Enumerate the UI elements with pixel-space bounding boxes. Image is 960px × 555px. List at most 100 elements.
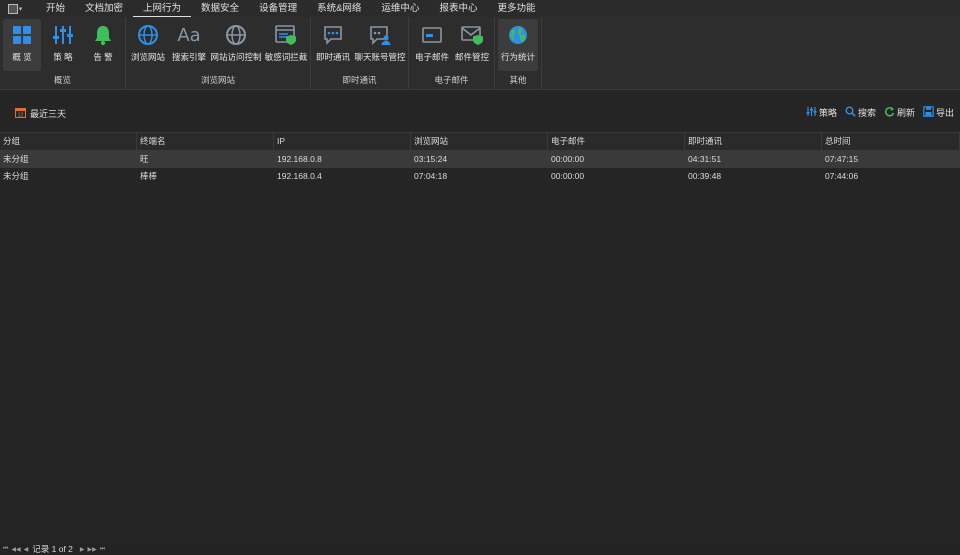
email-control-label: 邮件管控 — [454, 52, 489, 62]
ribbon-group-other: 行为统计 其他 — [495, 17, 542, 89]
chevron-down-icon: ▾ — [18, 5, 23, 13]
alarm-label: 告 警 — [93, 52, 113, 62]
export-save-icon — [923, 106, 934, 119]
sensitive-word-block-label: 敏感词拦截 — [264, 52, 308, 62]
behavior-stats-button[interactable]: 行为统计 — [498, 19, 538, 71]
ribbon-group-overview: 概 览 策 略 告 警 概览 — [0, 17, 126, 89]
column-header-email[interactable]: 电子邮件 — [548, 133, 685, 150]
table-row[interactable]: 未分组 旺 192.168.0.8 03:15:24 00:00:00 04:3… — [0, 151, 960, 168]
export-label: 导出 — [935, 108, 954, 118]
pager: ⏮ ◀◀ ◀ 记录 1 of 2 ▶ ▶▶ ⏭ — [0, 543, 960, 555]
bell-icon — [91, 23, 115, 47]
menu-system-network[interactable]: 系统&网络 — [307, 0, 371, 17]
browse-websites-label: 浏览网站 — [130, 52, 165, 62]
strategy-button[interactable]: 策 略 — [45, 19, 81, 71]
group-label-overview: 概览 — [53, 75, 71, 85]
refresh-label: 刷新 — [896, 108, 915, 118]
svg-text:12: 12 — [18, 113, 24, 119]
app-icon — [7, 3, 18, 14]
date-range-selector[interactable]: 12 最近三天 — [15, 107, 66, 120]
strategy-label: 策 略 — [53, 52, 73, 62]
first-page-icon[interactable]: ⏮ — [3, 546, 8, 553]
toolbar: 12 最近三天 策略 搜索 刷新 导出 — [0, 100, 960, 126]
grid-header: 分组 终端名 IP 浏览网站 电子邮件 即时通讯 总时间 — [0, 132, 960, 151]
prev-page-group-icon[interactable]: ◀◀ — [11, 546, 20, 553]
export-button[interactable]: 导出 — [923, 106, 954, 119]
globe-icon — [136, 23, 160, 47]
column-header-browse[interactable]: 浏览网站 — [411, 133, 548, 150]
column-header-ip[interactable]: IP — [274, 133, 411, 150]
column-header-total-time[interactable]: 总时间 — [822, 133, 960, 150]
globe-stats-icon — [506, 23, 530, 47]
menu-ops-center[interactable]: 运维中心 — [371, 0, 429, 17]
menu-report-center[interactable]: 报表中心 — [429, 0, 487, 17]
next-page-group-icon[interactable]: ▶▶ — [88, 546, 97, 553]
mail-card-icon — [420, 23, 444, 47]
cell-browse: 03:15:24 — [414, 154, 448, 164]
chat-account-control-button[interactable]: 聊天账号管控 — [353, 19, 407, 71]
email-label: 电子邮件 — [414, 52, 449, 62]
cell-group: 未分组 — [3, 171, 29, 181]
globe-control-icon — [224, 23, 248, 47]
group-label-browse: 浏览网站 — [200, 75, 235, 85]
instant-messaging-button[interactable]: 即时通讯 — [315, 19, 351, 71]
instant-messaging-label: 即时通讯 — [315, 52, 350, 62]
email-control-button[interactable]: 邮件管控 — [453, 19, 491, 71]
menu-data-security[interactable]: 数据安全 — [191, 0, 249, 17]
last-page-icon[interactable]: ⏭ — [100, 546, 105, 553]
overview-button[interactable]: 概 览 — [3, 19, 41, 71]
sensitive-word-block-button[interactable]: 敏感词拦截 — [264, 19, 308, 71]
table-row[interactable]: 未分组 棒棒 192.168.0.4 07:04:18 00:00:00 00:… — [0, 168, 960, 185]
ribbon: 概 览 策 略 告 警 概览 浏览网站 Aa 搜索引擎 网站访问控制 敏感词拦截… — [0, 17, 960, 90]
search-engine-label: 搜索引擎 — [171, 52, 206, 62]
cell-ip: 192.168.0.4 — [277, 171, 322, 181]
ribbon-group-im: 即时通讯 聊天账号管控 即时通讯 — [311, 17, 409, 89]
alarm-button[interactable]: 告 警 — [85, 19, 121, 71]
cell-ip: 192.168.0.8 — [277, 154, 322, 164]
prev-page-icon[interactable]: ◀ — [24, 546, 29, 553]
chat-user-icon — [368, 23, 392, 47]
behavior-stats-label: 行为统计 — [500, 52, 535, 62]
search-engine-button[interactable]: Aa 搜索引擎 — [170, 19, 208, 71]
search-label: 搜索 — [857, 108, 876, 118]
website-access-control-button[interactable]: 网站访问控制 — [210, 19, 262, 71]
ribbon-group-browse: 浏览网站 Aa 搜索引擎 网站访问控制 敏感词拦截 浏览网站 — [126, 17, 311, 89]
next-page-icon[interactable]: ▶ — [80, 546, 85, 553]
strategy-action-label: 策略 — [818, 108, 837, 118]
mail-shield-icon — [460, 23, 484, 47]
menu-device-management[interactable]: 设备管理 — [249, 0, 307, 17]
group-label-im: 即时通讯 — [342, 75, 377, 85]
menu-more-features[interactable]: 更多功能 — [487, 0, 545, 17]
overview-label: 概 览 — [12, 52, 32, 62]
date-range-label: 最近三天 — [30, 109, 67, 119]
email-button[interactable]: 电子邮件 — [413, 19, 451, 71]
strategy-action-button[interactable]: 策略 — [806, 106, 837, 119]
menu-start[interactable]: 开始 — [36, 0, 75, 17]
calendar-icon: 12 — [15, 107, 26, 120]
cell-total-time: 07:44:06 — [825, 171, 859, 181]
cell-terminal: 旺 — [140, 154, 149, 164]
ribbon-group-email: 电子邮件 邮件管控 电子邮件 — [409, 17, 495, 89]
group-label-email: 电子邮件 — [434, 75, 469, 85]
sliders-icon — [806, 106, 817, 119]
column-header-terminal[interactable]: 终端名 — [137, 133, 274, 150]
cell-email: 00:00:00 — [551, 154, 585, 164]
record-counter: 记录 1 of 2 — [32, 544, 73, 554]
cell-total-time: 07:47:15 — [825, 154, 859, 164]
search-button[interactable]: 搜索 — [845, 106, 876, 119]
menu-bar: ▾ 开始 文档加密 上网行为 数据安全 设备管理 系统&网络 运维中心 报表中心… — [0, 0, 960, 17]
app-menu-button[interactable]: ▾ — [4, 1, 26, 16]
sliders-icon — [51, 23, 75, 47]
refresh-button[interactable]: 刷新 — [884, 106, 915, 119]
font-aa-icon: Aa — [177, 24, 201, 46]
grid-icon — [10, 23, 34, 47]
browser-shield-icon — [274, 23, 298, 47]
refresh-icon — [884, 106, 895, 119]
column-header-group[interactable]: 分组 — [0, 133, 137, 150]
menu-doc-encryption[interactable]: 文档加密 — [75, 0, 133, 17]
group-label-other: 其他 — [509, 75, 527, 85]
cell-email: 00:00:00 — [551, 171, 585, 181]
menu-internet-behavior[interactable]: 上网行为 — [133, 0, 192, 17]
column-header-im[interactable]: 即时通讯 — [685, 133, 822, 150]
browse-websites-button[interactable]: 浏览网站 — [130, 19, 166, 71]
